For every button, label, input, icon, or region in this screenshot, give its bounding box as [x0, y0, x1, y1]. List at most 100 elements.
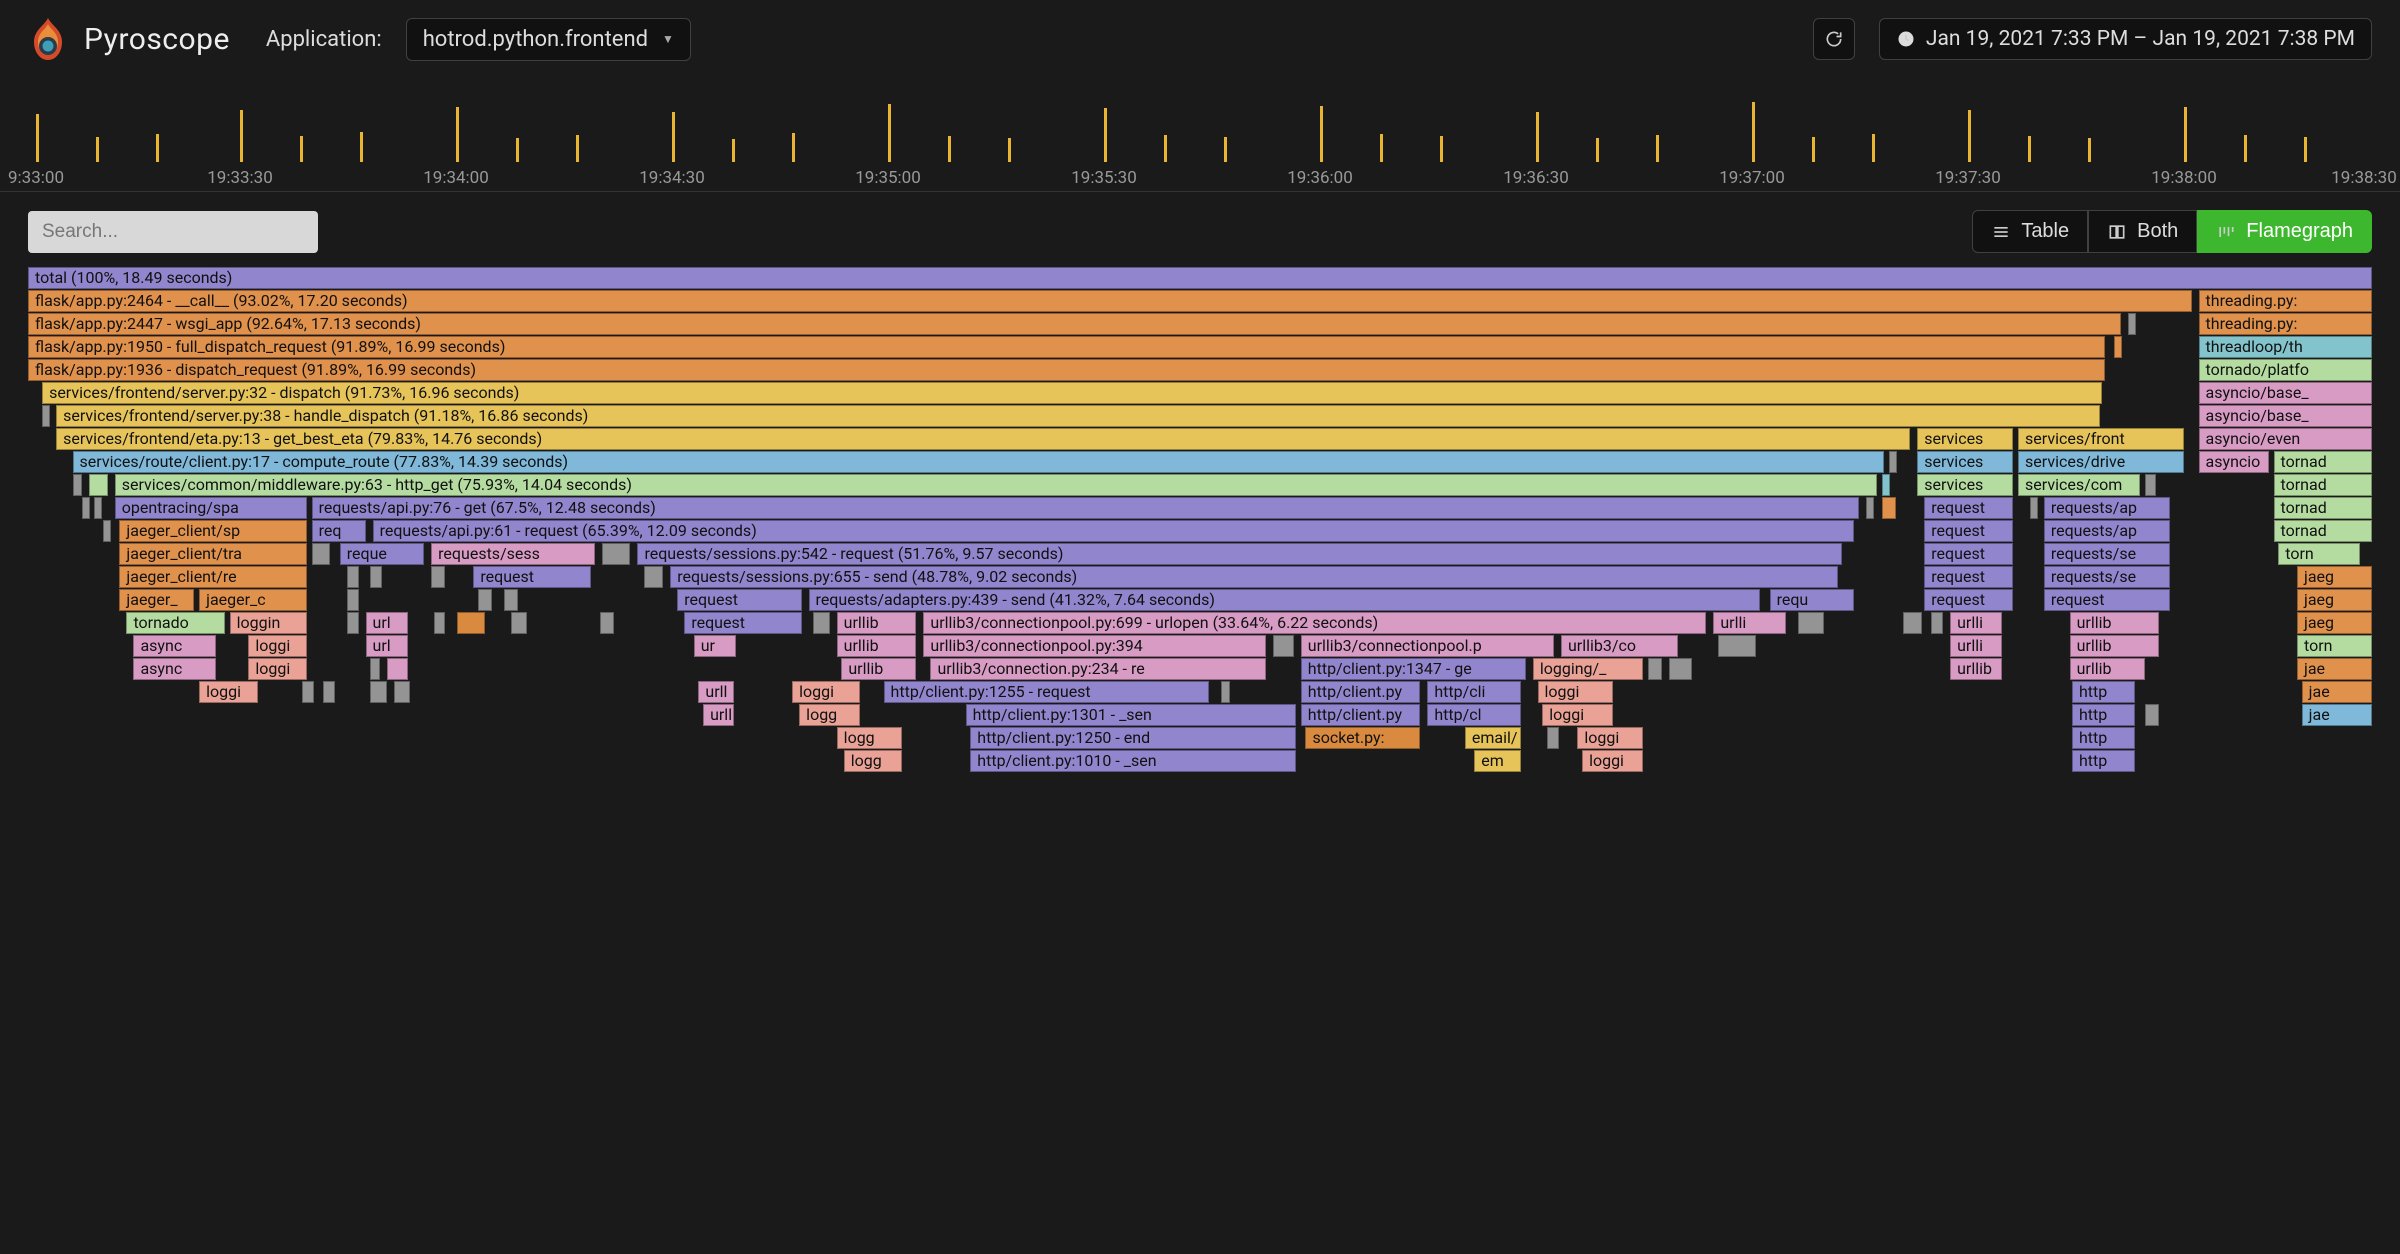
flame-bar[interactable] — [1903, 612, 1922, 634]
flame-bar[interactable] — [1221, 681, 1230, 703]
flame-bar[interactable] — [347, 566, 359, 588]
flame-bar[interactable]: requests/se — [2044, 543, 2171, 565]
flame-bar[interactable]: services/front — [2018, 428, 2184, 450]
flame-bar[interactable]: request — [1924, 589, 2013, 611]
flame-bar[interactable]: http — [2072, 681, 2135, 703]
flame-bar[interactable]: urll — [698, 681, 733, 703]
flame-bar[interactable]: http/client.py — [1301, 704, 1421, 726]
flame-bar[interactable] — [2145, 704, 2159, 726]
flame-bar[interactable]: services — [1917, 428, 2013, 450]
flame-bar[interactable]: tornad — [2274, 520, 2372, 542]
flame-bar[interactable]: services/frontend/server.py:38 - handle_… — [56, 405, 2100, 427]
flame-bar[interactable]: flask/app.py:1936 - dispatch_request (91… — [28, 359, 2105, 381]
flame-bar[interactable]: loggi — [248, 635, 307, 657]
flame-bar[interactable] — [434, 612, 446, 634]
flame-bar[interactable]: services/common/middleware.py:63 - http_… — [115, 474, 1878, 496]
flame-bar[interactable]: http/client.py:1250 - end — [970, 727, 1296, 749]
application-dropdown[interactable]: hotrod.python.frontend ▼ — [406, 18, 691, 61]
flame-bar[interactable]: jaeger_c — [199, 589, 307, 611]
flame-bar[interactable]: requests/ap — [2044, 520, 2171, 542]
flame-bar[interactable]: requests/sessions.py:542 - request (51.7… — [637, 543, 1842, 565]
flame-bar[interactable]: urllib — [2070, 612, 2159, 634]
flame-bar[interactable]: em — [1474, 750, 1521, 772]
flame-bar[interactable]: jae — [2302, 681, 2372, 703]
flame-bar[interactable]: asyncio/even — [2199, 428, 2372, 450]
flame-bar[interactable]: http — [2072, 750, 2135, 772]
flame-bar[interactable] — [1547, 727, 1559, 749]
flame-bar[interactable]: request — [684, 612, 801, 634]
flame-bar[interactable]: urlli — [1950, 612, 2002, 634]
flame-bar[interactable]: threadloop/th — [2199, 336, 2372, 358]
flame-bar[interactable]: services/com — [2018, 474, 2140, 496]
flame-bar[interactable] — [511, 612, 527, 634]
flame-bar[interactable] — [323, 681, 335, 703]
flame-bar[interactable]: jaeger_client/re — [119, 566, 307, 588]
flame-bar[interactable]: url — [366, 612, 408, 634]
flame-bar[interactable] — [1882, 497, 1896, 519]
flame-bar[interactable]: url — [366, 635, 408, 657]
flame-bar[interactable]: urllib3/connectionpool.p — [1301, 635, 1554, 657]
flame-bar[interactable]: async — [133, 658, 215, 680]
flame-bar[interactable] — [1718, 635, 1756, 657]
flame-bar[interactable]: services/route/client.py:17 - compute_ro… — [73, 451, 1885, 473]
flame-bar[interactable]: urllib3/co — [1561, 635, 1678, 657]
flame-bar[interactable]: flask/app.py:2464 - __call__ (93.02%, 17… — [28, 290, 2192, 312]
flame-bar[interactable] — [370, 566, 382, 588]
flame-bar[interactable]: request — [473, 566, 590, 588]
flame-bar[interactable]: tornad — [2274, 474, 2372, 496]
flame-bar[interactable] — [644, 566, 663, 588]
search-input[interactable] — [28, 211, 318, 253]
timeline[interactable]: 9:33:0019:33:3019:34:0019:34:3019:35:001… — [0, 78, 2400, 192]
flame-bar[interactable] — [2145, 474, 2157, 496]
flame-bar[interactable] — [457, 612, 485, 634]
flame-bar[interactable]: http/cli — [1427, 681, 1521, 703]
flame-bar[interactable]: request — [1924, 497, 2013, 519]
flame-bar[interactable]: http/cl — [1427, 704, 1521, 726]
flame-bar[interactable]: loggi — [1582, 750, 1643, 772]
flame-bar[interactable]: http/client.py — [1301, 681, 1421, 703]
flame-bar[interactable]: logg — [799, 704, 860, 726]
flame-bar[interactable]: urllib — [837, 635, 917, 657]
flame-bar[interactable] — [82, 497, 90, 519]
flame-bar[interactable]: logging/_ — [1533, 658, 1643, 680]
flame-bar[interactable]: req — [312, 520, 366, 542]
flame-bar[interactable]: torn — [2297, 635, 2372, 657]
flame-bar[interactable]: request — [2044, 589, 2171, 611]
flame-bar[interactable]: flask/app.py:1950 - full_dispatch_reques… — [28, 336, 2105, 358]
flame-bar[interactable]: jaeg — [2297, 589, 2372, 611]
flame-bar[interactable] — [370, 681, 386, 703]
flame-bar[interactable]: jaeger_client/sp — [119, 520, 307, 542]
flame-bar[interactable]: request — [677, 589, 801, 611]
flame-bar[interactable] — [73, 474, 82, 496]
flame-bar[interactable]: loggi — [248, 658, 307, 680]
flame-bar[interactable] — [2114, 336, 2122, 358]
flame-bar[interactable]: async — [133, 635, 215, 657]
flame-bar[interactable]: urllib3/connectionpool.py:394 — [923, 635, 1265, 657]
flame-bar[interactable] — [1882, 474, 1890, 496]
flame-bar[interactable]: asyncio — [2199, 451, 2269, 473]
flame-bar[interactable]: requests/se — [2044, 566, 2171, 588]
flame-bar[interactable]: logg — [837, 727, 903, 749]
flame-bar[interactable] — [42, 405, 50, 427]
flame-bar[interactable] — [387, 658, 408, 680]
flame-bar[interactable]: http — [2072, 727, 2135, 749]
flame-bar[interactable]: http/client.py:1347 - ge — [1301, 658, 1526, 680]
flame-bar[interactable] — [1931, 612, 1943, 634]
flame-bar[interactable]: request — [1924, 520, 2013, 542]
flame-bar[interactable]: loggi — [792, 681, 860, 703]
flame-bar[interactable]: requests/api.py:61 - request (65.39%, 12… — [373, 520, 1854, 542]
flame-bar[interactable]: urlli — [1950, 635, 2002, 657]
flame-bar[interactable] — [431, 566, 445, 588]
flame-bar[interactable]: threading.py: — [2199, 290, 2372, 312]
flame-bar[interactable]: urllib — [2070, 658, 2145, 680]
flame-bar[interactable]: threading.py: — [2199, 313, 2372, 335]
flame-bar[interactable] — [1866, 497, 1874, 519]
flame-bar[interactable]: total (100%, 18.49 seconds) — [28, 267, 2372, 289]
flame-bar[interactable]: jaeg — [2297, 566, 2372, 588]
flame-bar[interactable] — [602, 543, 630, 565]
flame-bar[interactable] — [347, 589, 359, 611]
flame-bar[interactable] — [312, 543, 331, 565]
flame-bar[interactable]: socket.py: — [1305, 727, 1420, 749]
flame-bar[interactable]: request — [1924, 543, 2013, 565]
flame-bar[interactable]: requests/api.py:76 - get (67.5%, 12.48 s… — [312, 497, 1859, 519]
